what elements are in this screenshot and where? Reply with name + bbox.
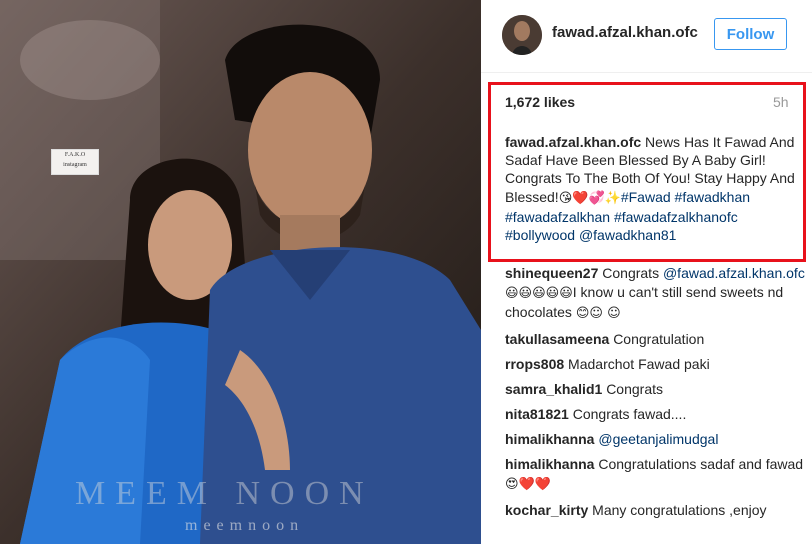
post-photo[interactable]: F.A.K.O instagram MEEM NOON meemnoon (0, 0, 481, 544)
comment-list: shinequeen27 Congrats @fawad.afzal.khan.… (505, 264, 805, 526)
caption-username[interactable]: fawad.afzal.khan.ofc (505, 134, 641, 150)
mention-link[interactable]: @geetanjalimudgal (598, 431, 718, 447)
header-username[interactable]: fawad.afzal.khan.ofc (552, 24, 698, 41)
hashtag-link[interactable]: #fawadafzalkhan (505, 209, 610, 225)
photo-watermark: MEEM NOON (75, 475, 374, 512)
mention-link[interactable]: @fawadkhan81 (579, 227, 677, 243)
photo-logo: F.A.K.O instagram (51, 149, 99, 175)
comment-item: samra_khalid1 Congrats (505, 380, 805, 399)
comment-item: himalikhanna Congratulations sadaf and f… (505, 455, 805, 494)
comment-username[interactable]: takullasameena (505, 331, 609, 347)
comment-username[interactable]: shinequeen27 (505, 265, 598, 281)
comment-item: rrops808 Madarchot Fawad paki (505, 355, 805, 374)
follow-button[interactable]: Follow (714, 18, 787, 50)
post-timestamp[interactable]: 5h (773, 94, 789, 110)
comment-username[interactable]: rrops808 (505, 356, 564, 372)
comment-text: Congrats (602, 265, 660, 281)
comment-text: Congrats (606, 381, 663, 397)
post-header: fawad.afzal.khan.ofc Follow (481, 0, 812, 73)
comment-item: nita81821 Congrats fawad.... (505, 405, 805, 424)
comment-text: Many congratulations ,enjoy (592, 501, 767, 518)
post-side-panel: fawad.afzal.khan.ofc Follow 1,672 likes … (481, 0, 812, 544)
avatar[interactable] (502, 15, 542, 55)
couple-photo-image (0, 0, 481, 544)
hashtag-link[interactable]: #fawadkhan (675, 189, 751, 205)
photo-logo-subtitle: instagram (63, 162, 87, 168)
comment-text: Madarchot Fawad paki (568, 356, 710, 372)
comment-item: shinequeen27 Congrats @fawad.afzal.khan.… (505, 264, 805, 324)
comment-text: Congratulations sadaf and fawad (598, 456, 804, 472)
caption-emoji: 😘❤️💞✨ (558, 190, 621, 206)
comment-emoji: 😍❤️❤️ (505, 476, 551, 492)
comment-item: takullasameena Congratulation (505, 330, 805, 349)
comment-emoji: 😃😃😃😃😃 (505, 285, 573, 301)
hashtag-link[interactable]: #fawadafzalkhanofc (614, 209, 738, 225)
hashtag-link[interactable]: #bollywood (505, 227, 575, 243)
photo-watermark-sub: meemnoon (185, 517, 305, 534)
comment-item: himalikhanna @geetanjalimudgal (505, 430, 805, 449)
likes-count[interactable]: 1,672 likes (505, 94, 575, 110)
comment-username[interactable]: samra_khalid1 (505, 381, 602, 397)
comment-username[interactable]: nita81821 (505, 406, 569, 422)
comment-username[interactable]: himalikhanna (505, 431, 594, 447)
comment-emoji-end: 😊☺ ☺ (575, 306, 621, 321)
hashtag-link[interactable]: #Fawad (621, 189, 671, 205)
comment-username[interactable]: himalikhanna (505, 456, 594, 472)
mention-link[interactable]: @fawad.afzal.khan.ofc (663, 265, 805, 281)
comment-item: kochar_kirty Many congratulations ,enjoy (505, 501, 805, 520)
photo-logo-title: F.A.K.O (64, 152, 86, 158)
comment-username[interactable]: kochar_kirty (505, 502, 588, 518)
comment-text: Congrats fawad.... (572, 406, 687, 422)
post-caption: fawad.afzal.khan.ofc News Has It Fawad A… (505, 133, 795, 244)
comment-text: Congratulation (613, 331, 705, 347)
